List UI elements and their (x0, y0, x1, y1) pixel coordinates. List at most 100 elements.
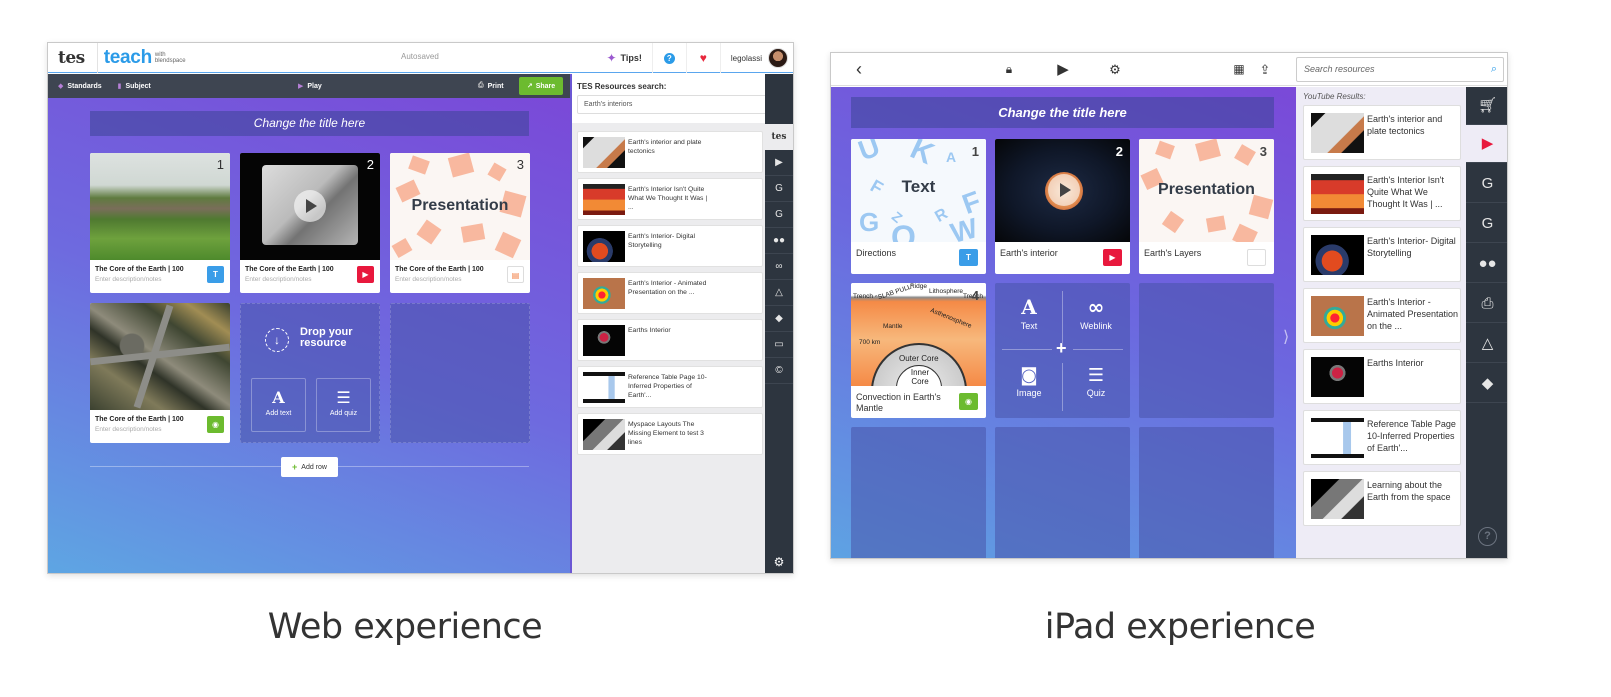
resource-card[interactable]: 2 Earth's interior ▶ (995, 139, 1130, 274)
card-title[interactable]: Convection in Earth's Mantle (856, 392, 951, 414)
play-button[interactable]: ▶ Play (298, 74, 322, 98)
google-drive-icon[interactable]: △ (765, 280, 793, 306)
share-button[interactable]: ↗ Share (519, 77, 563, 95)
search-result-item[interactable]: Earth's Interior- Digital Storytelling (1303, 227, 1461, 282)
youtube-icon[interactable]: ▶ (765, 150, 793, 176)
search-result-item[interactable]: Earth's Interior - Animated Presentation… (1303, 288, 1461, 343)
search-result-item[interactable]: Reference Table Page 10-Inferred Propert… (577, 366, 763, 408)
play-icon[interactable] (294, 190, 326, 222)
search-input[interactable]: Earth's interiors ⌕ (577, 95, 789, 114)
add-quiz-button[interactable]: ☰ Add quiz (316, 378, 371, 432)
resource-card[interactable]: Trench "SLAB PULL" Ridge Lithosphere Tre… (851, 283, 986, 418)
card-description[interactable]: Enter description/notes (245, 276, 311, 283)
dropbox-icon[interactable]: ◆ (765, 306, 793, 332)
subject-button[interactable]: ▮ Subject (118, 82, 151, 91)
tes-logo[interactable]: tes (48, 43, 98, 73)
empty-slot[interactable] (851, 427, 986, 558)
weblink-icon[interactable]: ∞ (765, 254, 793, 280)
avatar[interactable] (768, 48, 788, 68)
card-title[interactable]: Earth's Layers (1144, 248, 1239, 259)
play-icon[interactable] (1048, 174, 1080, 206)
search-result-item[interactable]: Earth's Interior - Animated Presentation… (577, 272, 763, 314)
username[interactable]: legolassi (721, 54, 768, 63)
qr-code-icon[interactable]: ▦ (1229, 53, 1249, 86)
add-row-button[interactable]: + Add row (281, 457, 338, 477)
card-number: 2 (1115, 144, 1123, 159)
add-quiz-button[interactable]: ☰ Quiz (1066, 365, 1126, 398)
resource-card[interactable]: 1 The Core of the Earth | 100 Enter desc… (90, 153, 230, 293)
resource-card[interactable]: 2 The Core of the Earth | 100 Enter desc… (240, 153, 380, 293)
result-thumbnail (1311, 235, 1364, 275)
search-icon[interactable]: ⌕ (1491, 58, 1497, 81)
share-icon[interactable]: ⇪ (1255, 53, 1275, 86)
add-weblink-button[interactable]: ∞ Weblink (1066, 295, 1126, 331)
lesson-title[interactable]: Change the title here (90, 111, 529, 136)
play-icon[interactable]: ▶ (1053, 53, 1073, 86)
diagram-label: "SLAB PULL" (874, 283, 915, 302)
card-description[interactable]: Enter description/notes (395, 276, 461, 283)
result-thumbnail (1311, 174, 1364, 214)
flickr-icon[interactable]: ●● (1466, 245, 1507, 283)
back-chevron-icon[interactable]: ‹ (849, 53, 869, 86)
flickr-icon[interactable]: ●● (765, 228, 793, 254)
search-result-item[interactable]: Earth's interior and plate tectonics (577, 131, 763, 173)
search-result-item[interactable]: Earths Interior (1303, 349, 1461, 404)
google-search-icon[interactable]: G (765, 176, 793, 202)
search-result-item[interactable]: Earth's interior and plate tectonics (1303, 105, 1461, 160)
card-description[interactable]: Enter description/notes (95, 426, 161, 433)
search-result-item[interactable]: Reference Table Page 10-Inferred Propert… (1303, 410, 1461, 465)
empty-slot[interactable] (390, 303, 530, 443)
tes-source-tab[interactable]: tes (765, 124, 793, 150)
add-image-button[interactable]: ◙ Image (999, 365, 1059, 398)
resource-card[interactable]: Presentation 3 Earth's Layers ▤ (1139, 139, 1274, 274)
search-result-item[interactable]: Earth's Interior- Digital Storytelling (577, 225, 763, 267)
tips-button[interactable]: ✦ Tips! (596, 43, 653, 73)
card-title[interactable]: The Core of the Earth | 100 (95, 266, 184, 273)
gear-icon[interactable]: ⚙ (1105, 53, 1125, 86)
presentation-icon[interactable]: ▭ (765, 332, 793, 358)
standards-button[interactable]: ◆ Standards (58, 82, 102, 91)
resource-card[interactable]: Presentation 3 The Core of the Earth | 1… (390, 153, 530, 293)
empty-slot[interactable] (1139, 427, 1274, 558)
resource-card[interactable]: The Core of the Earth | 100 Enter descri… (90, 303, 230, 443)
empty-slot[interactable] (1139, 283, 1274, 418)
resource-card[interactable]: U K A F F G Z R O W Text 1 Directions T (851, 139, 986, 274)
card-title[interactable]: The Core of the Earth | 100 (245, 266, 334, 273)
card-title[interactable]: The Core of the Earth | 100 (95, 416, 184, 423)
empty-slot[interactable] (995, 427, 1130, 558)
help-button[interactable]: ? (653, 43, 687, 73)
google-image-icon[interactable]: G (765, 202, 793, 228)
panel-toggle-chevron-icon[interactable]: ⟩ (1283, 327, 1289, 347)
card-title[interactable]: The Core of the Earth | 100 (395, 266, 484, 273)
search-result-item[interactable]: Learning about the Earth from the space (1303, 471, 1461, 526)
print-button[interactable]: ⎙ Print (478, 74, 504, 98)
gear-icon[interactable]: ⚙ (765, 555, 793, 569)
lesson-title[interactable]: Change the title here (851, 97, 1274, 128)
search-result-item[interactable]: Earth's Interior Isn't Quite What We Tho… (577, 178, 763, 220)
google-drive-icon[interactable]: △ (1466, 325, 1507, 363)
search-result-item[interactable]: Myspace Layouts The Missing Element to t… (577, 413, 763, 455)
help-icon[interactable]: ? (1478, 527, 1497, 546)
teach-logo[interactable]: teach (104, 47, 152, 69)
diagram-label: Trench (853, 293, 873, 300)
card-title[interactable]: Earth's interior (1000, 248, 1095, 259)
card-title[interactable]: Directions (856, 248, 951, 259)
add-text-button[interactable]: A Text (999, 295, 1059, 331)
search-input[interactable]: Search resources ⌕ (1296, 57, 1504, 82)
printer-icon: ⎙ (478, 82, 484, 89)
copyright-icon[interactable]: © (765, 358, 793, 384)
card-description[interactable]: Enter description/notes (95, 276, 161, 283)
google-image-icon[interactable]: G (1466, 205, 1507, 243)
search-result-item[interactable]: Earth's Interior Isn't Quite What We Tho… (1303, 166, 1461, 221)
dropbox-icon[interactable]: ◆ (1466, 365, 1507, 403)
add-text-button[interactable]: A Add text (251, 378, 306, 432)
printer-icon[interactable]: ⎙ (1466, 285, 1507, 323)
lock-icon[interactable]: 🔒︎ (999, 53, 1019, 86)
drop-zone[interactable]: ↓ Drop your resource A Add text ☰ Add qu… (240, 303, 380, 443)
cart-icon[interactable]: 🛒︎ (1466, 87, 1507, 125)
search-result-item[interactable]: Earths Interior (577, 319, 763, 361)
google-search-icon[interactable]: G (1466, 165, 1507, 203)
diagram-label: Inner Core (910, 368, 930, 386)
favorite-button[interactable]: ♥ (687, 43, 721, 73)
youtube-icon[interactable]: ▶ (1466, 125, 1507, 163)
